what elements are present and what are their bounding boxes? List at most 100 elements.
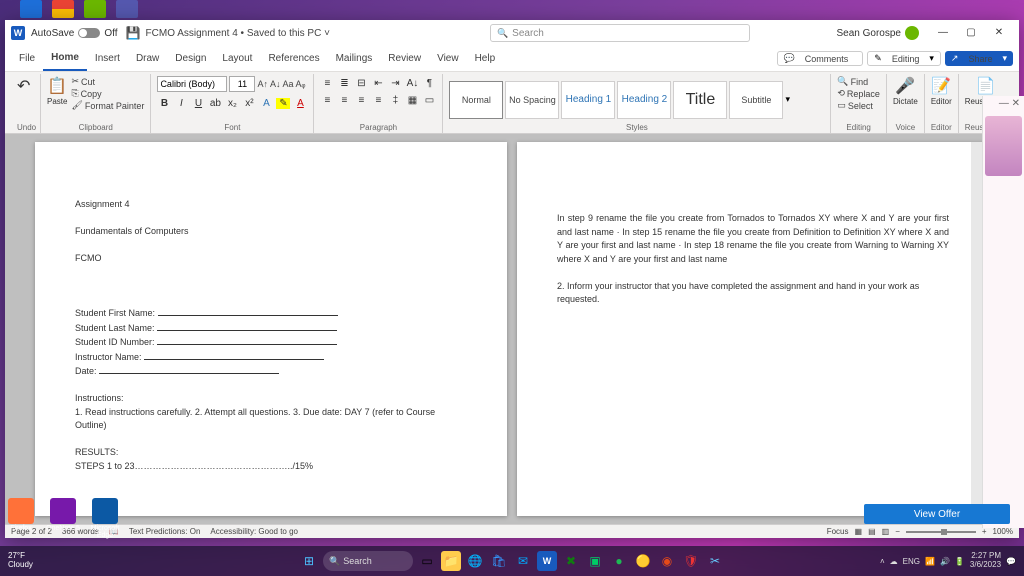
view-web-icon[interactable]: ▥ xyxy=(882,527,890,536)
style-subtitle[interactable]: Subtitle xyxy=(729,81,783,119)
tray-wifi-icon[interactable]: 📶 xyxy=(925,557,935,566)
zoom-level[interactable]: 100% xyxy=(993,527,1013,536)
side-panel[interactable]: — ✕ xyxy=(982,96,1024,528)
text-effects-icon[interactable]: A xyxy=(259,98,273,109)
save-icon[interactable]: 💾 xyxy=(126,26,140,40)
dec-indent-icon[interactable]: ⇤ xyxy=(371,78,385,89)
document-area[interactable]: Assignment 4 Fundamentals of Computers F… xyxy=(5,134,1019,524)
taskbar-xbox-icon[interactable]: ✖ xyxy=(561,551,581,571)
status-predictions[interactable]: Text Predictions: On xyxy=(129,527,201,536)
focus-button[interactable]: Focus xyxy=(827,527,849,536)
underline-button[interactable]: U xyxy=(191,98,205,109)
tab-design[interactable]: Design xyxy=(167,46,214,71)
undo-button[interactable]: ↶ xyxy=(17,76,30,96)
format-painter-button[interactable]: 🖌 Format Painter xyxy=(71,100,144,111)
tray-clock[interactable]: 2:27 PM 3/6/2023 xyxy=(970,552,1001,570)
tab-file[interactable]: File xyxy=(11,46,43,71)
taskbar-chrome-icon[interactable]: 🟡 xyxy=(633,551,653,571)
align-right-icon[interactable]: ≡ xyxy=(354,95,368,106)
borders-icon[interactable]: ▭ xyxy=(422,95,436,106)
style-heading1[interactable]: Heading 1 xyxy=(561,81,615,119)
minimize-button[interactable]: — xyxy=(929,23,957,43)
taskbar-office-icon[interactable]: ◉ xyxy=(657,551,677,571)
numbering-icon[interactable]: ≣ xyxy=(337,78,351,89)
panel-close-icon[interactable]: — ✕ xyxy=(999,98,1020,109)
view-print-icon[interactable]: ▤ xyxy=(868,527,876,536)
align-center-icon[interactable]: ≡ xyxy=(337,95,351,106)
style-title[interactable]: Title xyxy=(673,81,727,119)
search-input[interactable]: Search xyxy=(490,24,750,42)
tray-onedrive-icon[interactable]: ☁ xyxy=(890,557,898,566)
zoom-slider[interactable] xyxy=(906,531,976,533)
share-button[interactable]: ↗ Share ▾ xyxy=(945,51,1013,66)
taskbar-security-icon[interactable]: 🛡 xyxy=(681,551,701,571)
comments-button[interactable]: 💬 Comments xyxy=(777,51,864,66)
copy-button[interactable]: ⎘ Copy xyxy=(71,88,144,99)
editor-button[interactable]: 📝Editor xyxy=(931,76,952,106)
desktop-onenote[interactable]: OneNote 5 xyxy=(46,498,80,539)
task-view-icon[interactable]: ▭ xyxy=(417,551,437,571)
font-size-select[interactable] xyxy=(229,76,255,92)
show-marks-icon[interactable]: ¶ xyxy=(422,78,436,89)
sort-icon[interactable]: A↓ xyxy=(405,78,419,89)
tab-mailings[interactable]: Mailings xyxy=(328,46,381,71)
tray-battery-icon[interactable]: 🔋 xyxy=(955,557,965,566)
account-button[interactable]: Sean Gorospe xyxy=(837,26,920,40)
taskbar-store-icon[interactable]: 🛍 xyxy=(489,551,509,571)
bold-button[interactable]: B xyxy=(157,98,171,109)
page-1[interactable]: Assignment 4 Fundamentals of Computers F… xyxy=(35,142,507,516)
select-button[interactable]: ▭ Select xyxy=(837,100,873,111)
taskbar-spotify-icon[interactable]: ● xyxy=(609,551,629,571)
autosave-toggle[interactable]: AutoSave Off xyxy=(31,28,118,39)
clear-format-icon[interactable]: Aᵩ xyxy=(295,79,305,89)
subscript-button[interactable]: x₂ xyxy=(225,98,239,109)
multilevel-icon[interactable]: ⊟ xyxy=(354,78,368,89)
paste-button[interactable]: 📋Paste xyxy=(47,76,67,106)
view-offer-button[interactable]: View Offer xyxy=(864,504,1010,524)
find-button[interactable]: 🔍 Find xyxy=(837,76,868,87)
tray-chevron-icon[interactable]: ˄ xyxy=(880,557,885,566)
line-spacing-icon[interactable]: ‡ xyxy=(388,95,402,106)
tray-notifications-icon[interactable]: 💬 xyxy=(1006,557,1016,566)
tab-help[interactable]: Help xyxy=(467,46,504,71)
justify-icon[interactable]: ≡ xyxy=(371,95,385,106)
style-normal[interactable]: Normal xyxy=(449,81,503,119)
tab-home[interactable]: Home xyxy=(43,46,87,71)
weather-widget[interactable]: 27°F Cloudy xyxy=(8,552,33,570)
tab-layout[interactable]: Layout xyxy=(214,46,260,71)
view-read-icon[interactable]: ▦ xyxy=(855,527,863,536)
taskbar-mail-icon[interactable]: ✉ xyxy=(513,551,533,571)
style-heading2[interactable]: Heading 2 xyxy=(617,81,671,119)
close-button[interactable]: ✕ xyxy=(985,23,1013,43)
change-case-icon[interactable]: Aa xyxy=(282,79,293,89)
taskbar-app-icon[interactable]: ▣ xyxy=(585,551,605,571)
grow-font-icon[interactable]: A↑ xyxy=(257,79,268,89)
tab-draw[interactable]: Draw xyxy=(128,46,167,71)
taskbar-edge-icon[interactable]: 🌐 xyxy=(465,551,485,571)
toggle-icon[interactable] xyxy=(78,28,100,38)
desktop-edge[interactable]: Microsoft Edge xyxy=(88,498,122,539)
style-nospacing[interactable]: No Spacing xyxy=(505,81,559,119)
tray-lang-icon[interactable]: ENG xyxy=(903,557,920,566)
align-left-icon[interactable]: ≡ xyxy=(320,95,334,106)
status-accessibility[interactable]: Accessibility: Good to go xyxy=(210,527,298,536)
start-button[interactable]: ⊞ xyxy=(299,551,319,571)
highlight-icon[interactable]: ✎ xyxy=(276,98,290,109)
tray-volume-icon[interactable]: 🔊 xyxy=(940,557,950,566)
taskbar-word-icon[interactable]: W xyxy=(537,551,557,571)
zoom-in-icon[interactable]: + xyxy=(982,527,987,536)
replace-button[interactable]: ⟲ Replace xyxy=(837,88,880,99)
dictate-button[interactable]: 🎤Dictate xyxy=(893,76,918,106)
bullets-icon[interactable]: ≡ xyxy=(320,78,334,89)
taskbar-search[interactable]: 🔍 Search xyxy=(323,551,413,571)
maximize-button[interactable]: ▢ xyxy=(957,23,985,43)
superscript-button[interactable]: x² xyxy=(242,98,256,109)
pinned-teams[interactable] xyxy=(116,0,138,18)
cut-button[interactable]: ✂ Cut xyxy=(71,76,144,87)
desktop-firefox[interactable]: Firefox xyxy=(4,498,38,539)
strike-button[interactable]: ab xyxy=(208,98,222,109)
tab-insert[interactable]: Insert xyxy=(87,46,128,71)
taskbar-snip-icon[interactable]: ✂ xyxy=(705,551,725,571)
document-title[interactable]: FCMO Assignment 4 • Saved to this PC ˅ xyxy=(146,28,330,39)
tab-review[interactable]: Review xyxy=(380,46,429,71)
